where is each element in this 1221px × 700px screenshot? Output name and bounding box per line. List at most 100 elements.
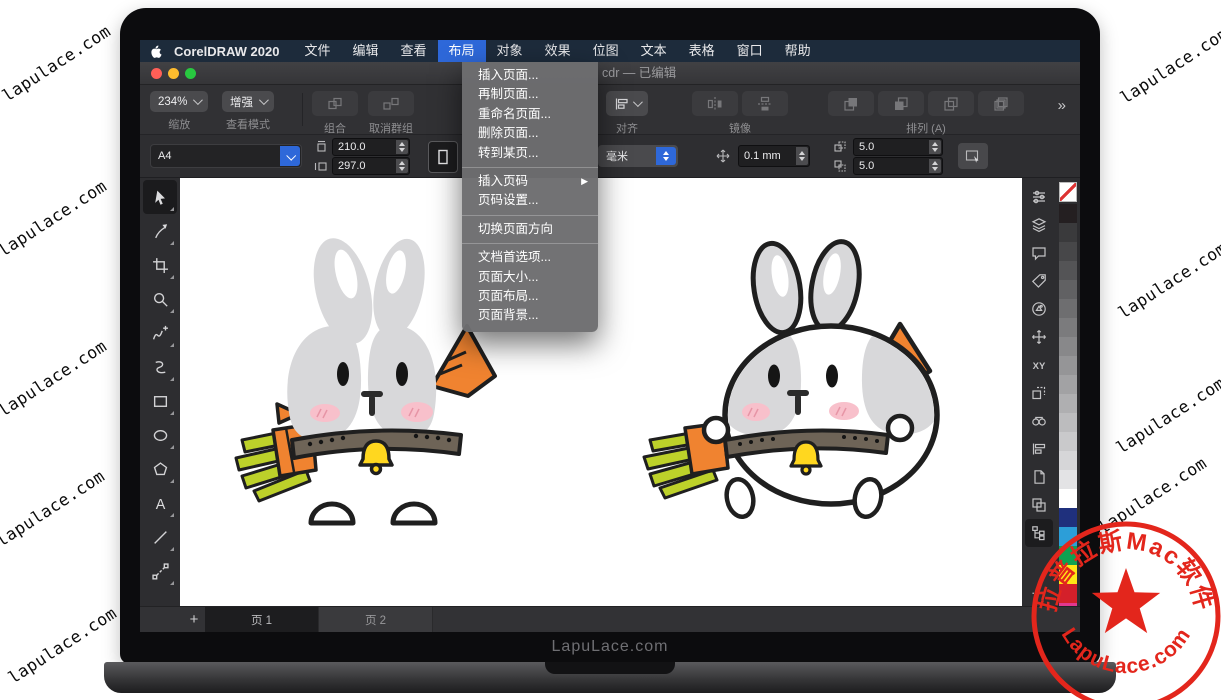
- color-swatch[interactable]: [1059, 432, 1077, 451]
- menu-帮助[interactable]: 帮助: [774, 40, 822, 62]
- coordinates-docker-button[interactable]: XY: [1025, 351, 1053, 379]
- page-height-field[interactable]: 297.0: [332, 157, 410, 175]
- page-tab[interactable]: 页 2: [319, 607, 433, 632]
- color-swatch[interactable]: [1059, 413, 1077, 432]
- minimize-window-button[interactable]: [168, 68, 179, 79]
- menu-位图[interactable]: 位图: [582, 40, 630, 62]
- menu-查看[interactable]: 查看: [390, 40, 438, 62]
- pick-tool[interactable]: [143, 180, 177, 214]
- menu-item[interactable]: 页码设置...: [462, 191, 598, 210]
- ellipse-tool[interactable]: [143, 418, 177, 452]
- menu-对象[interactable]: 对象: [486, 40, 534, 62]
- color-swatch[interactable]: [1059, 204, 1077, 223]
- zoom-tool[interactable]: [143, 282, 177, 316]
- menu-item[interactable]: 文档首选项...: [462, 248, 598, 267]
- menu-item[interactable]: 转到某页...: [462, 144, 598, 163]
- object-styles-docker-button[interactable]: [1025, 267, 1053, 295]
- alignment-docker-button[interactable]: [1025, 435, 1053, 463]
- menu-item[interactable]: 重命名页面...: [462, 105, 598, 124]
- export-docker-button[interactable]: [1025, 463, 1053, 491]
- toolbar-overflow-button[interactable]: »: [1058, 97, 1066, 114]
- duplicate-y-field[interactable]: 5.0: [853, 157, 943, 175]
- mirror-vertical-button[interactable]: [742, 91, 788, 116]
- menu-item[interactable]: 页面背景...: [462, 306, 598, 325]
- app-name[interactable]: CorelDRAW 2020: [170, 44, 293, 59]
- treat-as-filled-button[interactable]: [958, 143, 988, 169]
- to-front-button[interactable]: [828, 91, 874, 116]
- group-button[interactable]: [312, 91, 358, 116]
- color-swatch[interactable]: [1059, 470, 1077, 489]
- units-select[interactable]: 毫米: [598, 145, 678, 167]
- line-tool[interactable]: [143, 520, 177, 554]
- page-width-field[interactable]: 210.0: [332, 138, 410, 156]
- color-swatch[interactable]: [1059, 451, 1077, 470]
- drawing-rabbit-left[interactable]: [236, 232, 495, 523]
- color-swatch[interactable]: [1059, 242, 1077, 261]
- crop-tool[interactable]: [143, 248, 177, 282]
- portrait-orientation-button[interactable]: [428, 141, 458, 173]
- drawing-rabbit-right[interactable]: [644, 237, 941, 519]
- menu-item[interactable]: 插入页面...: [462, 66, 598, 85]
- color-swatch[interactable]: [1059, 299, 1077, 318]
- menu-文本[interactable]: 文本: [630, 40, 678, 62]
- apple-logo-icon[interactable]: [140, 44, 170, 59]
- color-swatch[interactable]: [1059, 489, 1077, 508]
- color-swatch[interactable]: [1059, 356, 1077, 375]
- menu-编辑[interactable]: 编辑: [342, 40, 390, 62]
- color-swatch[interactable]: [1059, 280, 1077, 299]
- color-swatch[interactable]: [1059, 375, 1077, 394]
- shaping-docker-button[interactable]: [1025, 491, 1053, 519]
- align-button[interactable]: [606, 91, 648, 116]
- nudge-stepper[interactable]: [796, 147, 808, 165]
- rectangle-tool[interactable]: [143, 384, 177, 418]
- page-width-stepper[interactable]: [396, 140, 408, 154]
- page-size-select[interactable]: A4: [150, 144, 302, 168]
- color-swatch[interactable]: [1059, 394, 1077, 413]
- menu-item[interactable]: 插入页码▶: [462, 172, 598, 191]
- menu-布局[interactable]: 布局: [438, 40, 486, 62]
- close-window-button[interactable]: [151, 68, 162, 79]
- menu-item[interactable]: 页面大小...: [462, 268, 598, 287]
- color-swatch[interactable]: [1059, 223, 1077, 242]
- connector-tool[interactable]: [143, 554, 177, 588]
- duplicate-x-field[interactable]: 5.0: [853, 138, 943, 156]
- menu-item[interactable]: 删除页面...: [462, 124, 598, 143]
- objects-docker-button[interactable]: [1025, 211, 1053, 239]
- page-height-stepper[interactable]: [396, 159, 408, 173]
- zoom-level-select[interactable]: 234%: [150, 91, 208, 112]
- color-swatch[interactable]: [1059, 318, 1077, 337]
- menu-item[interactable]: 再制页面...: [462, 85, 598, 104]
- nudge-distance-field[interactable]: 0.1 mm: [738, 145, 810, 167]
- menu-窗口[interactable]: 窗口: [726, 40, 774, 62]
- view-mode-select[interactable]: 增强: [222, 91, 274, 112]
- duplicate-y-stepper[interactable]: [929, 159, 941, 173]
- menu-item[interactable]: 切换页面方向: [462, 220, 598, 239]
- shape-tool[interactable]: [143, 214, 177, 248]
- menu-文件[interactable]: 文件: [293, 40, 341, 62]
- mirror-horizontal-button[interactable]: [692, 91, 738, 116]
- duplicate-x-stepper[interactable]: [929, 140, 941, 154]
- polygon-tool[interactable]: [143, 452, 177, 486]
- step-and-repeat-docker-button[interactable]: [1025, 379, 1053, 407]
- color-swatch[interactable]: [1059, 261, 1077, 280]
- properties-docker-button[interactable]: [1025, 183, 1053, 211]
- page-tab[interactable]: 页 1: [205, 607, 319, 632]
- menu-item[interactable]: 页面布局...: [462, 287, 598, 306]
- symbols-docker-button[interactable]: [1025, 295, 1053, 323]
- transform-docker-button[interactable]: [1025, 323, 1053, 351]
- ungroup-button[interactable]: [368, 91, 414, 116]
- zoom-window-button[interactable]: [185, 68, 196, 79]
- find-and-replace-docker-button[interactable]: [1025, 407, 1053, 435]
- to-back-button[interactable]: [878, 91, 924, 116]
- color-swatch[interactable]: [1059, 337, 1077, 356]
- forward-one-button[interactable]: [928, 91, 974, 116]
- comments-docker-button[interactable]: [1025, 239, 1053, 267]
- artistic-media-tool[interactable]: [143, 350, 177, 384]
- menu-表格[interactable]: 表格: [678, 40, 726, 62]
- text-tool[interactable]: A: [143, 486, 177, 520]
- back-one-button[interactable]: [978, 91, 1024, 116]
- drawing-canvas[interactable]: [180, 178, 1022, 606]
- add-page-button[interactable]: +: [184, 607, 204, 632]
- menu-效果[interactable]: 效果: [534, 40, 582, 62]
- freehand-tool[interactable]: [143, 316, 177, 350]
